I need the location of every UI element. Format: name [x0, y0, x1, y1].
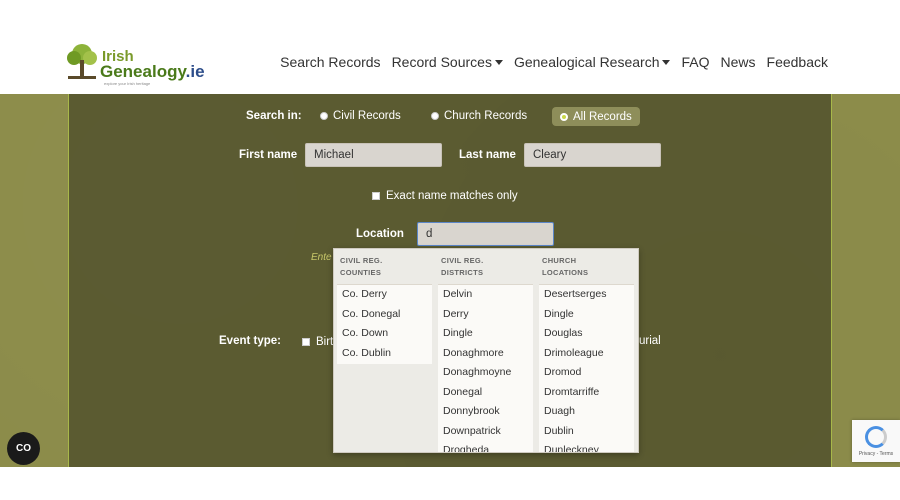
- dropdown-column-counties: CIVIL REG. COUNTIES Co. Derry Co. Donega…: [334, 249, 432, 452]
- radio-dot: [431, 112, 439, 120]
- nav-faq[interactable]: FAQ: [681, 54, 709, 70]
- list-item[interactable]: Co. Down: [337, 324, 432, 344]
- list-item[interactable]: Co. Dublin: [337, 344, 432, 364]
- list-item[interactable]: Co. Derry: [337, 285, 432, 305]
- list-item[interactable]: Dingle: [539, 305, 634, 325]
- list-item[interactable]: Donaghmoyne: [438, 363, 533, 383]
- column-list: Delvin Derry Dingle Donaghmore Donaghmoy…: [438, 284, 533, 452]
- dropdown-column-church: CHURCH LOCATIONS Desertserges Dingle Dou…: [536, 249, 634, 452]
- column-list: Desertserges Dingle Douglas Drimoleague …: [539, 284, 634, 452]
- column-list: Co. Derry Co. Donegal Co. Down Co. Dubli…: [337, 284, 432, 364]
- last-name-input[interactable]: Cleary: [524, 143, 661, 167]
- site-logo[interactable]: Irish Genealogy.ie explore your Irish he…: [64, 40, 205, 88]
- background-left: [0, 94, 68, 467]
- list-item[interactable]: Dingle: [438, 324, 533, 344]
- list-item[interactable]: Co. Donegal: [337, 305, 432, 325]
- checkbox-box: [372, 192, 380, 200]
- recaptcha-icon: [865, 425, 887, 448]
- list-item[interactable]: Downpatrick: [438, 422, 533, 442]
- column-heading: CIVIL REG. DISTRICTS: [441, 256, 484, 277]
- exact-match-checkbox[interactable]: Exact name matches only: [372, 190, 518, 202]
- logo-tagline: explore your Irish heritage: [104, 81, 151, 86]
- list-item[interactable]: Dublin: [539, 422, 634, 442]
- dropdown-column-districts: CIVIL REG. DISTRICTS Delvin Derry Dingle…: [435, 249, 533, 452]
- list-item[interactable]: Donnybrook: [438, 402, 533, 422]
- radio-church-records[interactable]: Church Records: [431, 107, 527, 125]
- checkbox-box: [302, 338, 310, 346]
- first-name-input[interactable]: Michael: [305, 143, 442, 167]
- background-right: [832, 94, 900, 467]
- list-item[interactable]: Donaghmore: [438, 344, 533, 364]
- recaptcha-badge[interactable]: Privacy - Terms: [852, 420, 900, 462]
- location-label: Location: [356, 228, 404, 240]
- list-item[interactable]: Desertserges: [539, 285, 634, 305]
- event-type-label: Event type:: [219, 335, 281, 347]
- list-item[interactable]: Duagh: [539, 402, 634, 422]
- list-item[interactable]: Douglas: [539, 324, 634, 344]
- location-autocomplete-dropdown: CIVIL REG. COUNTIES Co. Derry Co. Donega…: [333, 248, 639, 453]
- list-item[interactable]: Drogheda: [438, 441, 533, 452]
- radio-civil-records[interactable]: Civil Records: [320, 107, 401, 125]
- first-name-label: First name: [239, 149, 298, 161]
- nav-search-records[interactable]: Search Records: [280, 54, 380, 70]
- list-item[interactable]: Donegal: [438, 383, 533, 403]
- radio-dot-selected: [560, 112, 568, 121]
- accessibility-button[interactable]: CO: [7, 432, 40, 465]
- page-footer-area: [0, 467, 900, 500]
- radio-dot: [320, 112, 328, 120]
- main-nav: Search Records Record Sources Genealogic…: [280, 54, 828, 70]
- list-item[interactable]: Dromod: [539, 363, 634, 383]
- event-birth-checkbox[interactable]: Birt: [302, 336, 333, 348]
- list-item[interactable]: Delvin: [438, 285, 533, 305]
- last-name-label: Last name: [459, 149, 516, 161]
- site-header: Irish Genealogy.ie explore your Irish he…: [0, 30, 900, 94]
- caret-down-icon: [494, 60, 503, 65]
- recaptcha-text: Privacy - Terms: [858, 450, 894, 457]
- caret-down-icon: [662, 60, 671, 65]
- nav-record-sources[interactable]: Record Sources: [392, 54, 503, 70]
- location-hint: Ente: [311, 252, 332, 263]
- column-heading: CIVIL REG. COUNTIES: [340, 256, 383, 277]
- list-item[interactable]: Dunleckney: [539, 441, 634, 452]
- event-burial-label[interactable]: urial: [639, 335, 661, 347]
- nav-news[interactable]: News: [721, 54, 756, 70]
- search-in-label: Search in:: [246, 110, 302, 122]
- column-heading: CHURCH LOCATIONS: [542, 256, 589, 277]
- list-item[interactable]: Derry: [438, 305, 533, 325]
- logo-line2: Genealogy.ie: [100, 62, 205, 81]
- nav-feedback[interactable]: Feedback: [767, 54, 828, 70]
- accessibility-icon: CO: [16, 443, 31, 454]
- location-input[interactable]: d: [417, 222, 554, 246]
- nav-genealogical-research[interactable]: Genealogical Research: [514, 54, 671, 70]
- radio-all-records[interactable]: All Records: [552, 107, 640, 126]
- list-item[interactable]: Drimoleague: [539, 344, 634, 364]
- tree-icon: [67, 44, 97, 79]
- list-item[interactable]: Dromtarriffe: [539, 383, 634, 403]
